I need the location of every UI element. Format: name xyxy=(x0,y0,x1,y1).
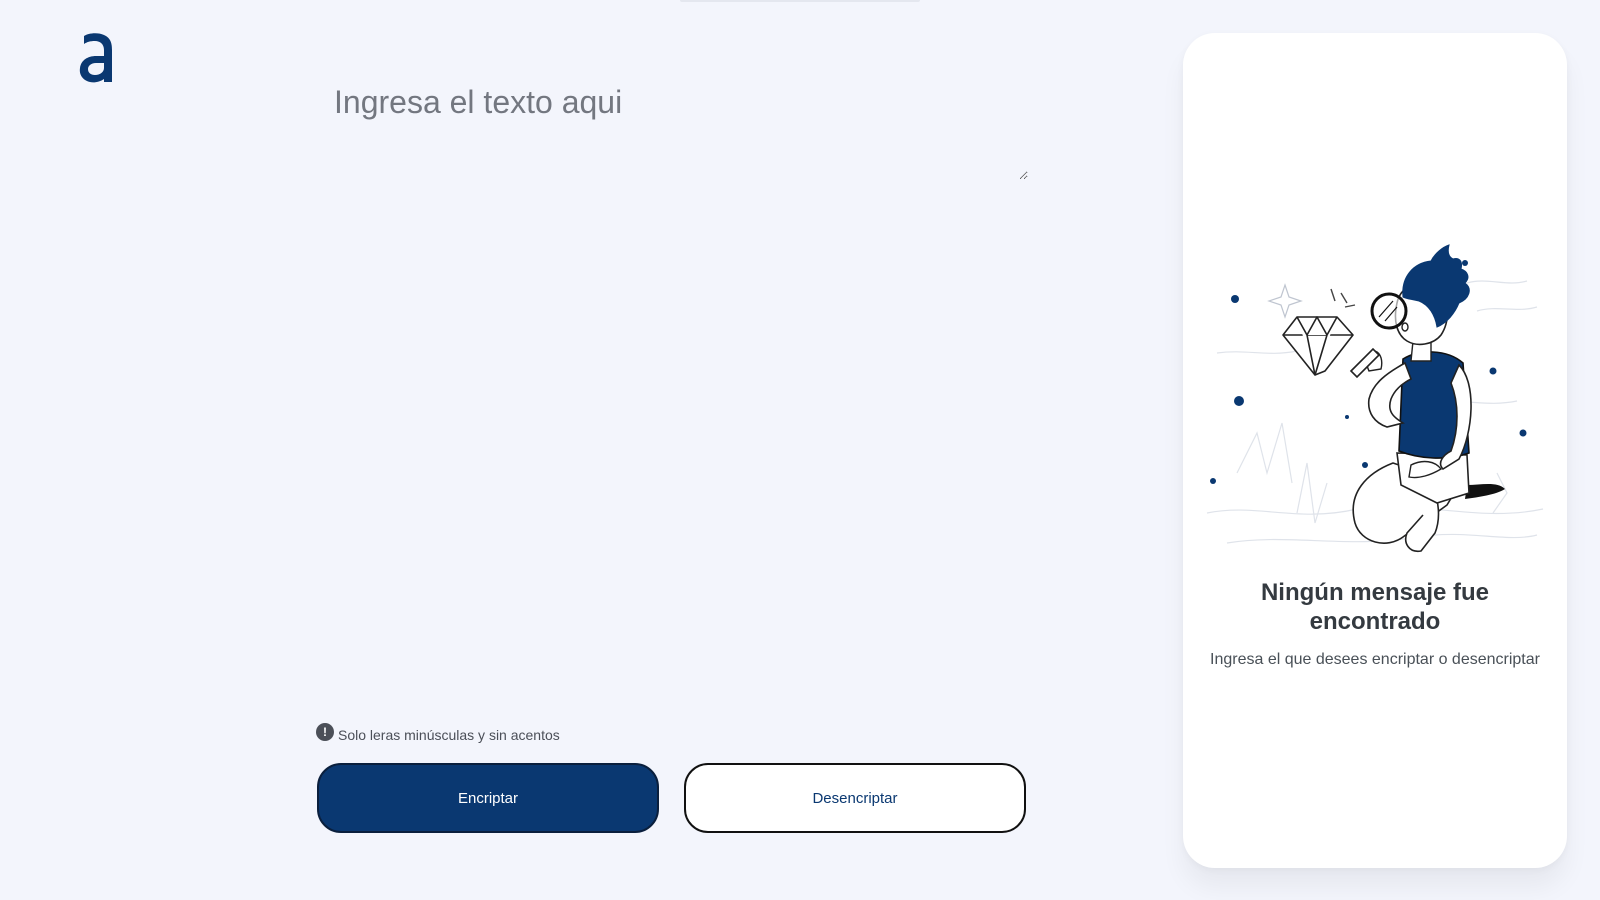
decrypt-button[interactable]: Desencriptar xyxy=(684,763,1026,833)
no-message-subtitle: Ingresa el que desees encriptar o desenc… xyxy=(1210,651,1540,668)
logo-icon xyxy=(78,32,114,84)
search-person-illustration xyxy=(1197,223,1553,583)
no-message-title: Ningún mensaje fue encontrado xyxy=(1260,579,1490,635)
message-input[interactable] xyxy=(318,72,1028,180)
result-panel: Ningún mensaje fue encontrado Ingresa el… xyxy=(1183,33,1567,868)
top-edge-divider xyxy=(680,0,920,2)
encrypt-button[interactable]: Encriptar xyxy=(317,763,659,833)
text-input-area xyxy=(318,72,1028,180)
exclamation-circle-icon: ! xyxy=(316,723,334,741)
input-hint: ! Solo leras minúsculas y sin acentos xyxy=(316,723,560,744)
hint-text: Solo leras minúsculas y sin acentos xyxy=(338,727,560,743)
